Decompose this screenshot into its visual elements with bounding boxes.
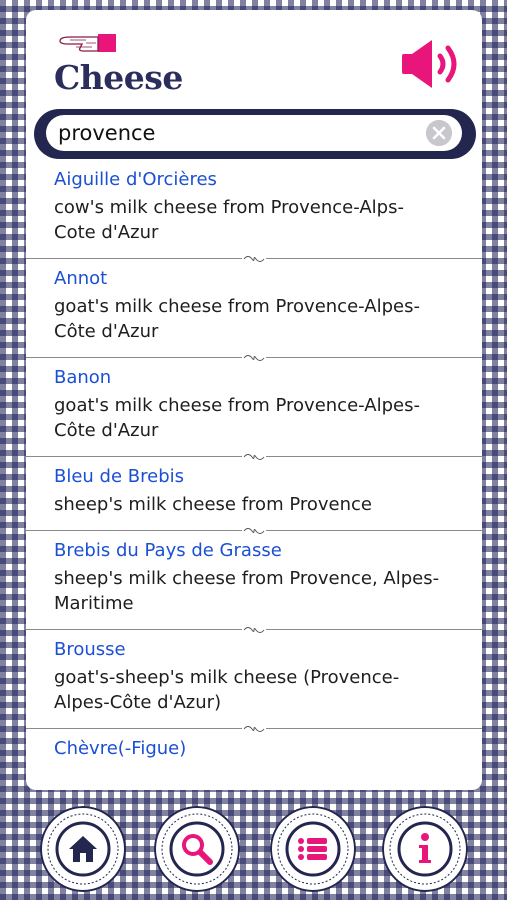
item-name: Banon	[54, 367, 112, 388]
ornament-divider	[26, 352, 482, 364]
ornament-divider	[26, 451, 482, 463]
list-item[interactable]: Brebis du Pays de Grasse sheep's milk ch…	[26, 537, 482, 624]
list-item[interactable]: Brousse goat's-sheep's milk cheese (Prov…	[26, 636, 482, 723]
item-name: Brousse	[54, 639, 126, 660]
header: Cheese	[26, 10, 482, 110]
divider-ornament-icon	[242, 451, 266, 462]
item-description: goat's milk cheese from Provence-Alpes-C…	[54, 296, 420, 342]
divider-ornament-icon	[242, 624, 266, 635]
list-icon[interactable]	[270, 806, 356, 892]
item-name: Bleu de Brebis	[54, 466, 185, 487]
search-input[interactable]	[58, 118, 418, 148]
item-name: Brebis du Pays de Grasse	[54, 540, 282, 561]
item-description: sheep's milk cheese from Provence	[54, 494, 372, 515]
search-icon[interactable]	[154, 806, 240, 892]
results-list: Aiguille d'Orcières cow's milk cheese fr…	[26, 166, 482, 760]
item-description: cow's milk cheese from Provence-Alps-Cot…	[54, 197, 404, 243]
pointing-hand-icon	[59, 34, 116, 52]
list-item[interactable]: Banon goat's milk cheese from Provence-A…	[26, 364, 482, 451]
info-icon[interactable]	[382, 806, 468, 892]
divider-ornament-icon	[242, 525, 266, 536]
list-item[interactable]: Annot goat's milk cheese from Provence-A…	[26, 265, 482, 352]
divider-ornament-icon	[242, 253, 266, 264]
search-bar	[34, 109, 476, 159]
item-description: goat's-sheep's milk cheese (Provence-Alp…	[54, 667, 400, 713]
home-icon[interactable]	[40, 806, 126, 892]
item-description: sheep's milk cheese from Provence, Alpes…	[54, 568, 440, 614]
search-field[interactable]	[46, 115, 462, 151]
divider-ornament-icon	[242, 352, 266, 363]
ornament-divider	[26, 525, 482, 537]
page-title: Cheese	[54, 58, 183, 97]
item-name: Annot	[54, 268, 108, 289]
clear-icon[interactable]	[426, 120, 452, 146]
item-name: Chèvre(-Figue)	[54, 738, 187, 759]
item-name: Aiguille d'Orcières	[54, 169, 217, 190]
bottom-toolbar	[0, 800, 507, 900]
list-item[interactable]: Bleu de Brebis sheep's milk cheese from …	[26, 463, 482, 525]
item-description: goat's milk cheese from Provence-Alpes-C…	[54, 395, 420, 441]
divider-ornament-icon	[242, 723, 266, 734]
ornament-divider	[26, 253, 482, 265]
list-item[interactable]: Aiguille d'Orcières cow's milk cheese fr…	[26, 166, 482, 253]
list-item[interactable]: Chèvre(-Figue)	[26, 735, 482, 760]
ornament-divider	[26, 723, 482, 735]
content-card: Cheese Aiguille d'Orcières cow's milk ch…	[26, 10, 482, 790]
speaker-icon[interactable]	[398, 34, 462, 94]
ornament-divider	[26, 624, 482, 636]
